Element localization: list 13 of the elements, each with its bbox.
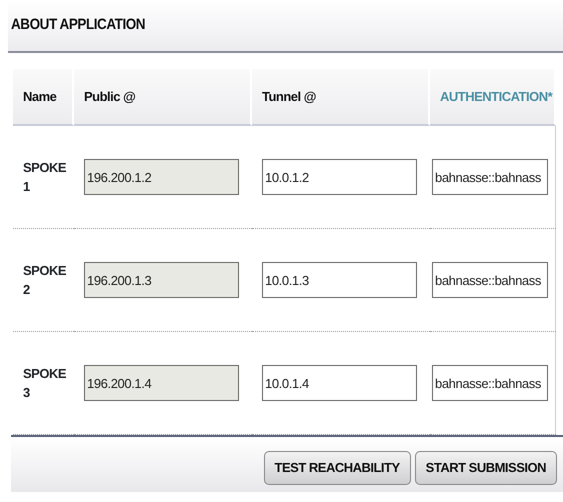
column-header: Tunnel @ xyxy=(252,69,430,126)
input-field[interactable]: bahnasse::bahnass xyxy=(432,262,548,298)
input-field[interactable]: 10.0.1.3 xyxy=(262,262,417,298)
action-button[interactable]: TEST REACHABILITY xyxy=(264,450,411,484)
input-field[interactable]: 10.0.1.4 xyxy=(262,365,417,401)
input-field[interactable]: bahnasse::bahnass xyxy=(432,159,548,195)
column-header: Name xyxy=(13,69,74,126)
panel-title: ABOUT APPLICATION xyxy=(11,15,146,36)
action-button[interactable]: START SUBMISSION xyxy=(414,450,557,484)
column-header: AUTHENTICATION* xyxy=(430,69,556,126)
column-header: Public @ xyxy=(74,69,252,126)
input-field[interactable]: 10.0.1.2 xyxy=(262,159,417,195)
input-field[interactable]: bahnasse::bahnass xyxy=(432,365,548,401)
